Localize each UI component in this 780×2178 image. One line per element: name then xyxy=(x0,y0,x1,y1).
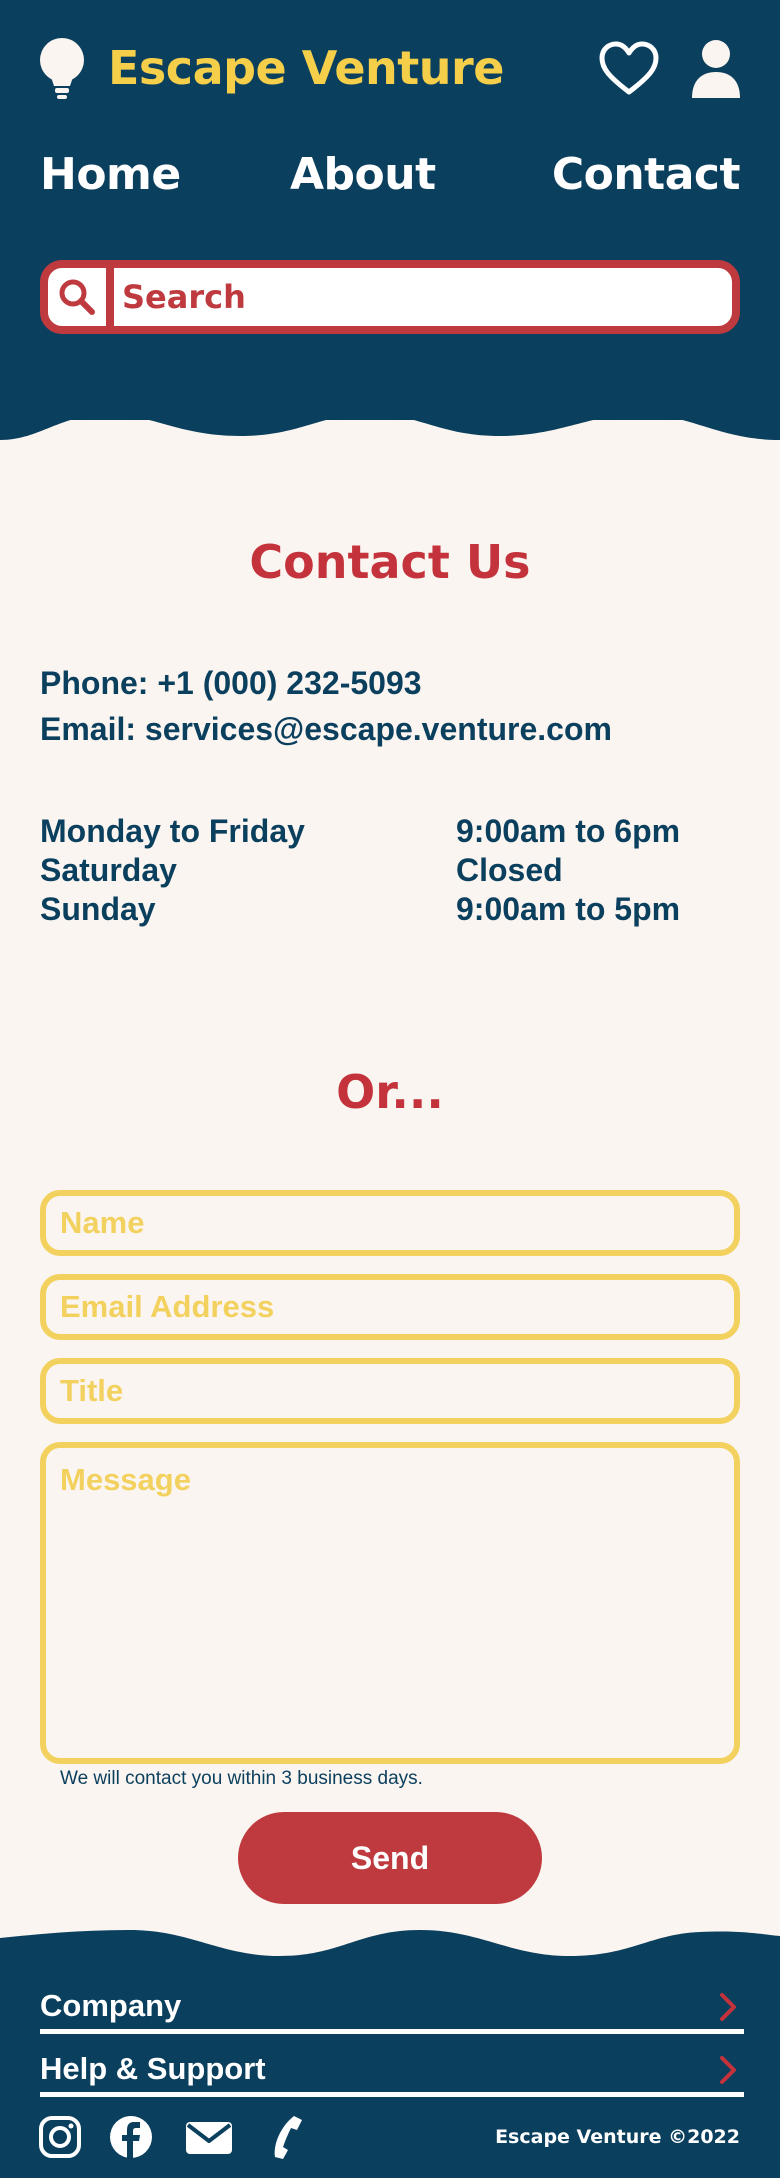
response-note: We will contact you within 3 business da… xyxy=(60,1768,423,1789)
email-text: Email: services@escape.venture.com xyxy=(40,711,612,747)
hours-row: Monday to Friday 9:00am to 6pm xyxy=(40,812,740,851)
page-title: Contact Us xyxy=(249,535,531,589)
hours-time: 9:00am to 5pm xyxy=(456,891,681,927)
mail-icon[interactable] xyxy=(184,2114,234,2160)
phone-text: Phone: +1 (000) 232-5093 xyxy=(40,665,422,701)
chevron-right-icon xyxy=(720,1993,736,2021)
footer-help-row[interactable]: Help & Support xyxy=(40,2043,744,2097)
lightbulb-icon[interactable] xyxy=(38,38,86,100)
chevron-right-icon xyxy=(720,2056,736,2084)
instagram-icon[interactable] xyxy=(38,2114,82,2160)
user-icon[interactable] xyxy=(690,38,742,100)
email-field[interactable] xyxy=(40,1274,740,1340)
nav-about[interactable]: About xyxy=(290,140,436,210)
hours-row: Sunday 9:00am to 5pm xyxy=(40,890,740,929)
search-bar xyxy=(40,260,740,334)
name-field[interactable] xyxy=(40,1190,740,1256)
or-heading: Or... xyxy=(336,1065,444,1119)
main-nav: Home About Contact xyxy=(40,140,741,210)
send-button[interactable]: Send xyxy=(238,1812,542,1904)
message-field[interactable] xyxy=(40,1442,740,1764)
search-icon xyxy=(59,279,95,315)
search-input[interactable] xyxy=(122,268,722,326)
footer-help-label: Help & Support xyxy=(40,2051,266,2086)
footer-company-label: Company xyxy=(40,1988,182,2023)
footer-company-row[interactable]: Company xyxy=(40,1980,744,2034)
nav-contact[interactable]: Contact xyxy=(552,140,741,210)
hours-day: Saturday xyxy=(40,852,177,888)
search-button[interactable] xyxy=(48,268,114,326)
facebook-icon[interactable] xyxy=(108,2114,154,2160)
opening-hours: Monday to Friday 9:00am to 6pm Saturday … xyxy=(40,812,740,929)
header-wave xyxy=(0,400,780,440)
brand-name[interactable]: Escape Venture xyxy=(108,38,504,98)
title-field[interactable] xyxy=(40,1358,740,1424)
nav-home[interactable]: Home xyxy=(40,140,181,210)
heart-icon[interactable] xyxy=(598,40,660,98)
phone-icon[interactable] xyxy=(266,2114,306,2160)
hours-time: 9:00am to 6pm xyxy=(456,813,681,849)
hours-day: Sunday xyxy=(40,891,156,927)
site-header: Escape Venture Home About Contact xyxy=(0,0,780,420)
hours-day: Monday to Friday xyxy=(40,813,305,849)
hours-row: Saturday Closed xyxy=(40,851,740,890)
copyright-text: Escape Venture ©2022 xyxy=(495,2126,740,2148)
hours-time: Closed xyxy=(456,852,563,888)
